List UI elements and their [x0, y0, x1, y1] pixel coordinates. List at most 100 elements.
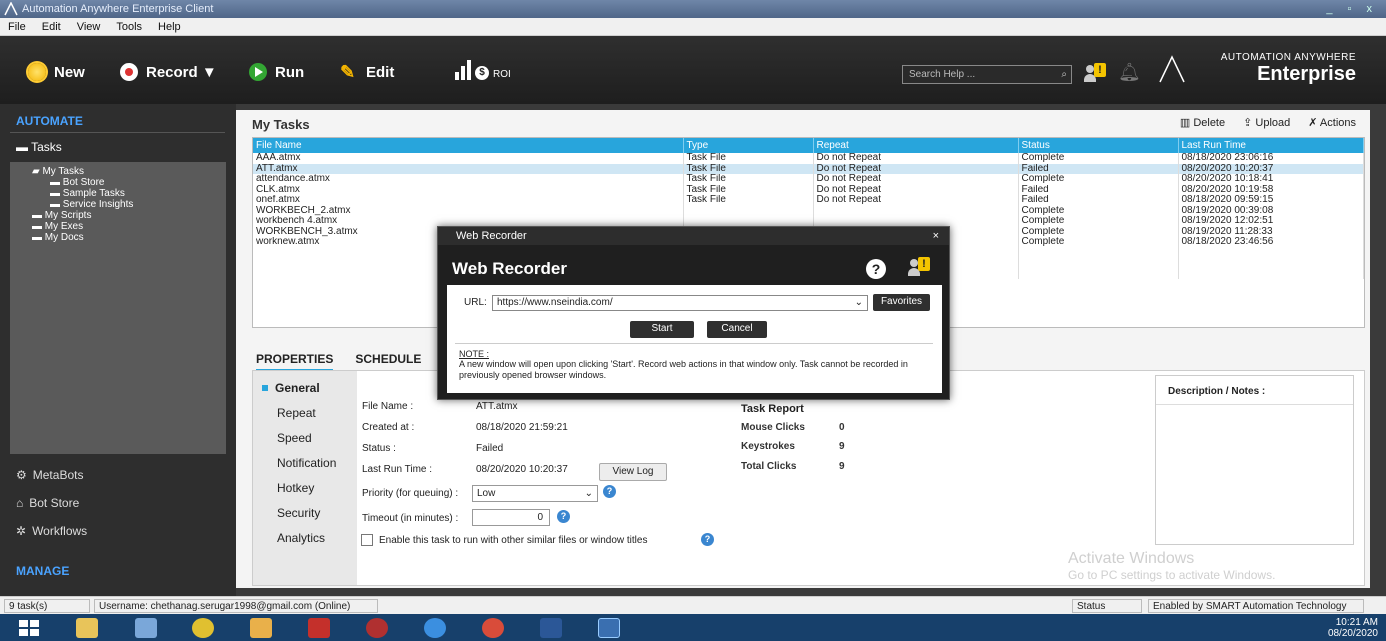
file-explorer-icon[interactable]	[76, 618, 98, 638]
edit-button[interactable]: ✎ Edit	[340, 62, 394, 82]
tab-properties[interactable]: PROPERTIES	[256, 352, 334, 372]
upload-button[interactable]: ⇪ Upload	[1243, 116, 1290, 129]
delete-button[interactable]: ▥ Delete	[1180, 116, 1225, 129]
tree-item-sample-tasks[interactable]: ▬ Sample Tasks	[10, 188, 226, 199]
help-icon[interactable]: ?	[603, 485, 616, 498]
start-button[interactable]: Start	[630, 321, 694, 338]
table-cell: Failed	[1018, 195, 1179, 206]
chevron-down-icon[interactable]: ⌄	[855, 296, 863, 310]
internet-explorer-icon[interactable]	[424, 618, 446, 638]
word-icon[interactable]	[540, 618, 562, 638]
tab-schedule[interactable]: SCHEDULE	[355, 352, 421, 372]
table-cell: 08/19/2020 11:28:33	[1178, 226, 1364, 237]
window-controls[interactable]: _ ▫ x	[1326, 0, 1378, 18]
computer-icon[interactable]	[135, 618, 157, 638]
upload-icon: ⇪	[1243, 117, 1256, 129]
spider-icon[interactable]	[366, 618, 388, 638]
enable-similar-checkbox[interactable]	[361, 534, 373, 546]
table-cell: Complete	[1018, 237, 1179, 248]
bell-icon[interactable]: 🔔︎	[1118, 62, 1141, 83]
description-notes-box[interactable]: Description / Notes :	[1155, 375, 1354, 545]
files-icon[interactable]	[250, 618, 272, 638]
sidebar-item-bot-store[interactable]: ⌂ Bot Store	[16, 496, 79, 510]
timeout-input[interactable]: 0	[472, 509, 550, 526]
nav-analytics[interactable]: Analytics	[277, 531, 325, 545]
table-row[interactable]: attendance.atmx Task File Do not Repeat Com…	[253, 174, 1364, 185]
user-notification-icon[interactable]: !	[1084, 62, 1106, 83]
table-cell: Task File	[683, 174, 814, 185]
new-button[interactable]: New	[28, 62, 85, 82]
table-cell: Complete	[1018, 153, 1179, 164]
search-help-input[interactable]: Search Help ... ⌕	[902, 65, 1072, 84]
tree-item-my-exes[interactable]: ▬ My Exes	[10, 221, 226, 232]
priority-label: Priority (for queuing) :	[362, 488, 459, 499]
dialog-divider	[455, 343, 933, 344]
help-icon[interactable]: ?	[557, 510, 570, 523]
menu-tools[interactable]: Tools	[108, 18, 150, 36]
help-icon[interactable]: ?	[866, 259, 886, 279]
col-type[interactable]: Type	[683, 138, 814, 153]
table-row[interactable]: workbench 4.atmx Complete 08/19/2020 12:02…	[253, 216, 1364, 227]
close-icon[interactable]: ×	[933, 227, 939, 245]
url-input[interactable]: https://www.nseindia.com/ ⌄	[492, 295, 868, 311]
chrome-app-icon[interactable]	[482, 618, 504, 638]
nav-notification[interactable]: Notification	[277, 456, 336, 470]
status-cell: Status	[1072, 599, 1142, 613]
col-file-name[interactable]: File Name	[253, 138, 684, 153]
col-status[interactable]: Status	[1018, 138, 1179, 153]
sidebar-item-workflows[interactable]: ✲ Workflows	[16, 524, 87, 538]
nav-repeat[interactable]: Repeat	[277, 406, 316, 420]
table-row[interactable]: ATT.atmx Task File Do not Repeat Failed 08/2…	[253, 163, 1364, 174]
chrome-icon[interactable]	[192, 618, 214, 638]
menu-help[interactable]: Help	[150, 18, 189, 36]
table-cell: attendance.atmx	[253, 174, 684, 185]
folder-icon: ▬	[32, 210, 45, 221]
table-row[interactable]: AAA.atmx Task File Do not Repeat Complete 08…	[253, 153, 1364, 164]
favorites-button[interactable]: Favorites	[873, 294, 930, 311]
priority-select[interactable]: Low ⌄	[472, 485, 598, 502]
tree-item-my-docs[interactable]: ▬ My Docs	[10, 232, 226, 243]
properties-nav: General Repeat Speed Notification Hotkey…	[253, 371, 357, 585]
table-row[interactable]: onef.atmx Task File Do not Repeat Failed 08/…	[253, 195, 1364, 206]
windows-start-icon[interactable]	[18, 618, 40, 638]
search-icon[interactable]: ⌕	[1061, 66, 1067, 83]
file-name-value: ATT.atmx	[476, 401, 518, 412]
tree-item-bot-store[interactable]: ▬ Bot Store	[10, 177, 226, 188]
total-clicks-value: 9	[839, 461, 845, 472]
table-cell: Complete	[1018, 216, 1179, 227]
help-icon[interactable]: ?	[701, 533, 714, 546]
tree-item-my-tasks[interactable]: ▰ My Tasks	[10, 166, 226, 177]
sidebar-item-metabots[interactable]: ⚙ MetaBots	[16, 468, 83, 482]
col-repeat[interactable]: Repeat	[813, 138, 1019, 153]
user-notification-icon[interactable]: !	[908, 257, 930, 277]
run-button[interactable]: Run	[249, 62, 304, 82]
table-cell: Failed	[1018, 163, 1179, 174]
priority-value: Low	[477, 488, 496, 499]
automation-anywhere-taskbar-icon[interactable]	[598, 618, 620, 638]
view-log-button[interactable]: View Log	[599, 463, 667, 481]
menu-view[interactable]: View	[69, 18, 109, 36]
nav-security[interactable]: Security	[277, 506, 320, 520]
nav-speed[interactable]: Speed	[277, 431, 312, 445]
table-cell: CLK.atmx	[253, 184, 684, 195]
manage-heading: MANAGE	[16, 564, 70, 578]
tree-item-service-insights[interactable]: ▬ Service Insights	[10, 199, 226, 210]
actions-button[interactable]: ✗ Actions	[1308, 116, 1356, 129]
menu-file[interactable]: File	[0, 18, 34, 36]
folder-icon: ▰	[32, 166, 43, 177]
menu-edit[interactable]: Edit	[34, 18, 69, 36]
system-tray-clock[interactable]: 10:21 AM 08/20/2020	[1328, 617, 1378, 639]
roi-button[interactable]: $ ROI	[455, 58, 511, 80]
nav-hotkey[interactable]: Hotkey	[277, 481, 314, 495]
record-button[interactable]: Record ▼	[120, 62, 217, 82]
col-last-run[interactable]: Last Run Time	[1178, 138, 1364, 153]
table-row[interactable]: WORKBECH_2.atmx Complete 08/19/2020 00:39:…	[253, 205, 1364, 216]
nav-general[interactable]: General	[262, 381, 320, 395]
table-row[interactable]: CLK.atmx Task File Do not Repeat Failed 08/2…	[253, 184, 1364, 195]
cancel-button[interactable]: Cancel	[707, 321, 767, 338]
brand-line-2: Enterprise	[1257, 63, 1356, 85]
app-c-icon[interactable]	[308, 618, 330, 638]
sidebar-item-tasks[interactable]: ▬ Tasks	[16, 140, 62, 154]
trash-icon: ▥	[1179, 117, 1194, 129]
tree-item-my-scripts[interactable]: ▬ My Scripts	[10, 210, 226, 221]
